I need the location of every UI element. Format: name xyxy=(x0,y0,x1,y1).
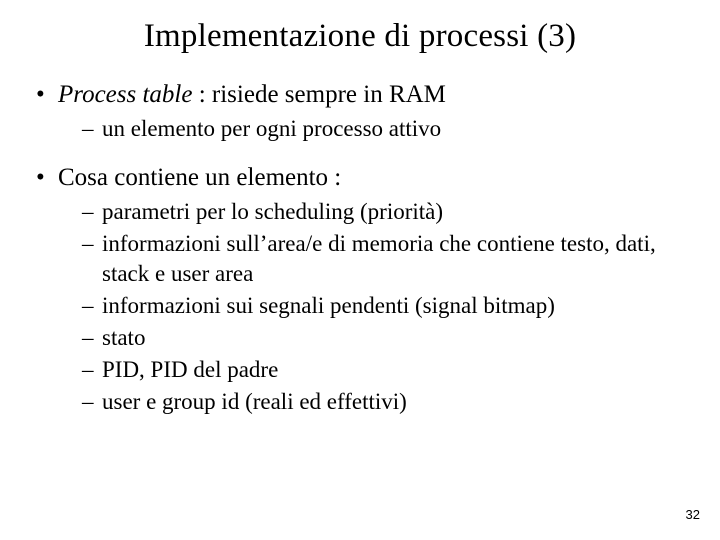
bullet-1-sublist: un elemento per ogni processo attivo xyxy=(58,114,690,144)
bullet-2-sub-5: PID, PID del padre xyxy=(82,355,690,385)
slide-title: Implementazione di processi (3) xyxy=(30,18,690,55)
bullet-1-emph: Process table xyxy=(58,81,192,108)
bullet-1: Process table : risiede sempre in RAM un… xyxy=(36,79,690,144)
bullet-2-sublist: parametri per lo scheduling (priorità) i… xyxy=(58,197,690,416)
slide: Implementazione di processi (3) Process … xyxy=(0,0,720,540)
bullet-1-sub-1: un elemento per ogni processo attivo xyxy=(82,114,690,144)
bullet-2-sub-4: stato xyxy=(82,323,690,353)
bullet-2-sub-2: informazioni sull’area/e di memoria che … xyxy=(82,229,690,289)
bullet-2-text: Cosa contiene un elemento : xyxy=(58,164,341,191)
bullet-2-sub-3: informazioni sui segnali pendenti (signa… xyxy=(82,291,690,321)
bullet-1-rest: : risiede sempre in RAM xyxy=(192,81,445,108)
bullet-list: Process table : risiede sempre in RAM un… xyxy=(30,79,690,417)
bullet-2-sub-1: parametri per lo scheduling (priorità) xyxy=(82,197,690,227)
bullet-2: Cosa contiene un elemento : parametri pe… xyxy=(36,162,690,416)
page-number: 32 xyxy=(686,507,700,522)
bullet-2-sub-6: user e group id (reali ed effettivi) xyxy=(82,387,690,417)
